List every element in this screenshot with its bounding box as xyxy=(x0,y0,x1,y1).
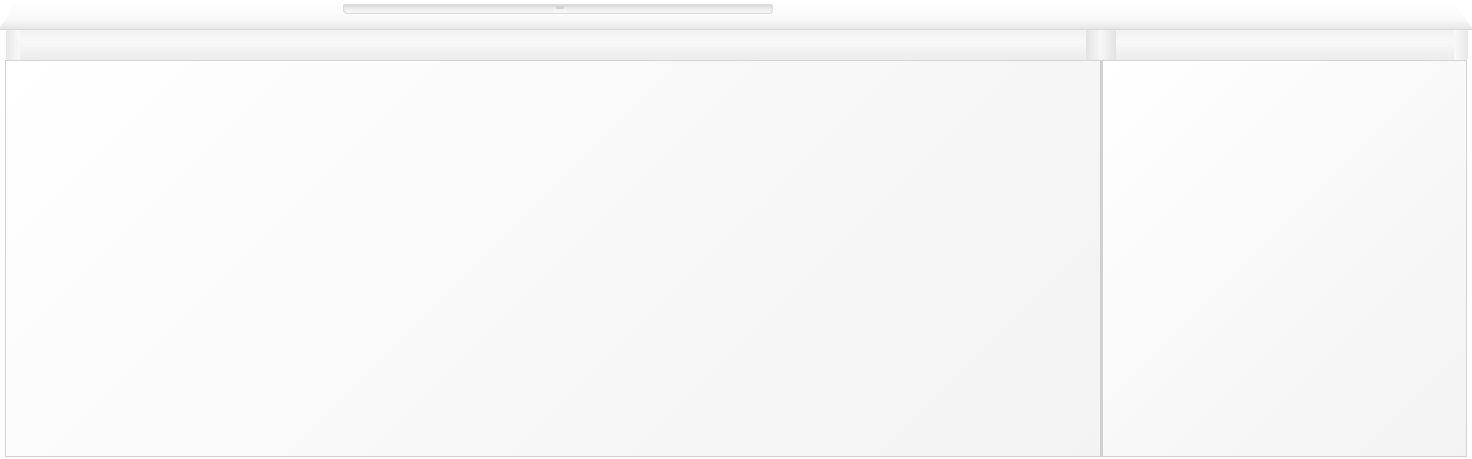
rail-end-left xyxy=(6,30,20,60)
handle-rail-right xyxy=(1114,30,1464,60)
rail-end-right xyxy=(1454,30,1468,60)
right-drawer-front xyxy=(1102,60,1467,457)
cabinet-base-edge xyxy=(5,456,1467,457)
basin-drain xyxy=(556,6,564,9)
left-drawer-front xyxy=(5,60,1101,457)
vanity-product-image xyxy=(0,0,1472,459)
rail-divider xyxy=(1086,30,1116,60)
handle-rail-left xyxy=(8,30,1114,60)
